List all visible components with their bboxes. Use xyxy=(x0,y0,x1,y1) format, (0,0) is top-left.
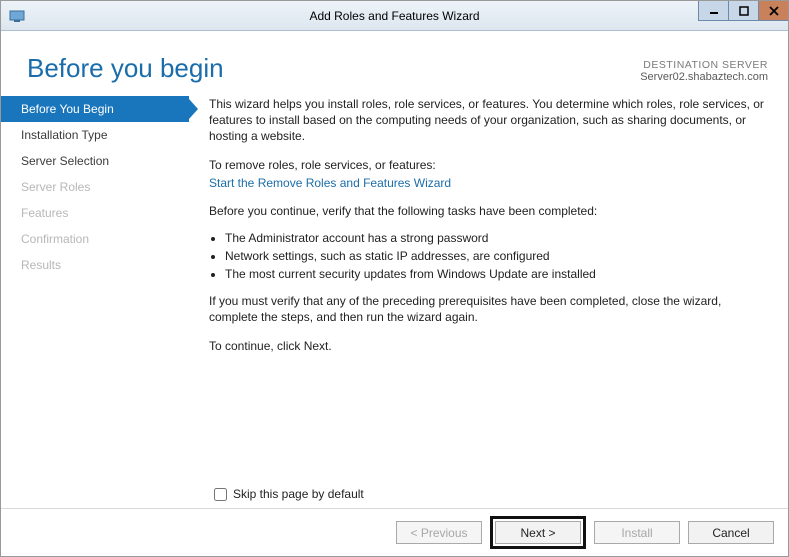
intro-text: This wizard helps you install roles, rol… xyxy=(209,96,768,145)
list-item: The Administrator account has a strong p… xyxy=(225,231,768,245)
sidebar-item-before-you-begin[interactable]: Before You Begin xyxy=(1,96,189,122)
content: Before you begin DESTINATION SERVER Serv… xyxy=(1,31,788,556)
skip-checkbox[interactable] xyxy=(214,488,227,501)
destination-label: DESTINATION SERVER xyxy=(640,59,768,71)
header: Before you begin DESTINATION SERVER Serv… xyxy=(1,31,788,88)
list-item: The most current security updates from W… xyxy=(225,267,768,281)
sidebar-item-confirmation: Confirmation xyxy=(1,226,189,252)
destination-server: Server02.shabaztech.com xyxy=(640,71,768,83)
body: Before You Begin Installation Type Serve… xyxy=(1,88,788,508)
minimize-button[interactable] xyxy=(698,1,728,21)
remove-roles-link[interactable]: Start the Remove Roles and Features Wiza… xyxy=(209,176,451,190)
verify-lead: Before you continue, verify that the fol… xyxy=(209,203,768,219)
previous-button: < Previous xyxy=(396,521,482,544)
window-title: Add Roles and Features Wizard xyxy=(1,9,788,23)
skip-row: Skip this page by default xyxy=(214,487,364,501)
cancel-button[interactable]: Cancel xyxy=(688,521,774,544)
server-manager-icon xyxy=(9,8,25,24)
install-button: Install xyxy=(594,521,680,544)
maximize-button[interactable] xyxy=(728,1,758,21)
sidebar-item-server-selection[interactable]: Server Selection xyxy=(1,148,189,174)
remove-lead: To remove roles, role services, or featu… xyxy=(209,157,768,173)
sidebar-item-server-roles: Server Roles xyxy=(1,174,189,200)
close-button[interactable] xyxy=(758,1,788,21)
verify-trailer: If you must verify that any of the prece… xyxy=(209,293,768,325)
sidebar-item-results: Results xyxy=(1,252,189,278)
sidebar-item-installation-type[interactable]: Installation Type xyxy=(1,122,189,148)
destination-server-box: DESTINATION SERVER Server02.shabaztech.c… xyxy=(640,59,768,84)
list-item: Network settings, such as static IP addr… xyxy=(225,249,768,263)
window-controls xyxy=(698,1,788,21)
skip-label: Skip this page by default xyxy=(233,487,364,501)
next-button-highlight: Next > xyxy=(490,516,586,549)
footer: < Previous Next > Install Cancel xyxy=(1,508,788,556)
sidebar-item-features: Features xyxy=(1,200,189,226)
titlebar: Add Roles and Features Wizard xyxy=(1,1,788,31)
sidebar: Before You Begin Installation Type Serve… xyxy=(1,94,189,508)
next-button[interactable]: Next > xyxy=(495,521,581,544)
page-title: Before you begin xyxy=(27,53,224,84)
main-panel: This wizard helps you install roles, rol… xyxy=(189,94,788,508)
prereq-list: The Administrator account has a strong p… xyxy=(209,231,768,281)
continue-line: To continue, click Next. xyxy=(209,338,768,354)
